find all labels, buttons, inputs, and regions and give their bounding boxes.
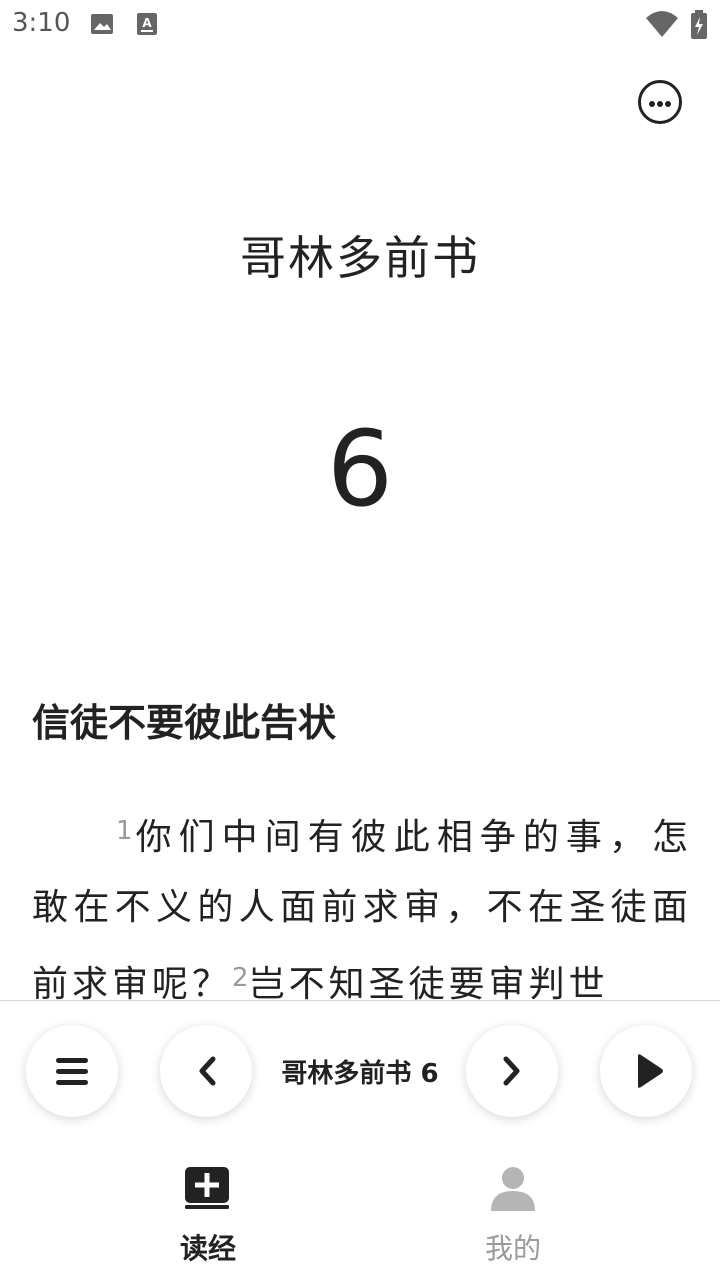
bottom-panel: 哥林多前书 6 读经 我的: [0, 1000, 720, 1280]
more-dot: [657, 101, 663, 107]
play-icon: [638, 1054, 663, 1088]
verse-number: 2: [232, 963, 249, 993]
person-icon: [491, 1167, 535, 1211]
chevron-right-icon: [503, 1056, 520, 1086]
more-dot: [649, 101, 655, 107]
accessibility-font-icon: A: [136, 12, 160, 40]
verse-text: 1你们中间有彼此相争的事，怎敢在不义的人面前求审，不在圣徒面前求审呢？2岂不知圣…: [32, 796, 692, 1020]
status-time: 3:10: [12, 8, 71, 38]
wifi-icon: [645, 10, 679, 42]
status-bar: 3:10 A: [0, 0, 720, 50]
current-chapter-label[interactable]: 哥林多前书 6: [254, 1053, 466, 1090]
svg-text:A: A: [142, 16, 152, 30]
chevron-left-icon: [199, 1056, 216, 1086]
more-options-button[interactable]: [638, 80, 682, 124]
verse-content[interactable]: 岂不知圣徒要审判世: [249, 964, 609, 1005]
menu-button[interactable]: [26, 1025, 118, 1117]
tab-read[interactable]: 读经: [138, 1161, 278, 1271]
play-button[interactable]: [600, 1025, 692, 1117]
gallery-icon: [90, 12, 116, 40]
verse-number: 1: [116, 816, 133, 846]
chapter-number: 6: [326, 408, 394, 530]
more-dot: [665, 101, 671, 107]
next-chapter-button[interactable]: [466, 1025, 558, 1117]
previous-chapter-button[interactable]: [160, 1025, 252, 1117]
screen: 3:10 A 哥林多前书 6 信徒不要彼此告状 1你们中间有彼此相争的事，怎敢在…: [0, 0, 720, 1280]
battery-charging-icon: [690, 10, 708, 44]
tab-mine[interactable]: 我的: [443, 1161, 583, 1271]
book-plus-icon: [185, 1167, 229, 1209]
menu-icon: [56, 1058, 88, 1085]
tab-label: 读经: [179, 1232, 236, 1265]
section-heading: 信徒不要彼此告状: [32, 701, 337, 745]
book-title: 哥林多前书: [240, 231, 480, 285]
tab-label: 我的: [484, 1232, 541, 1265]
